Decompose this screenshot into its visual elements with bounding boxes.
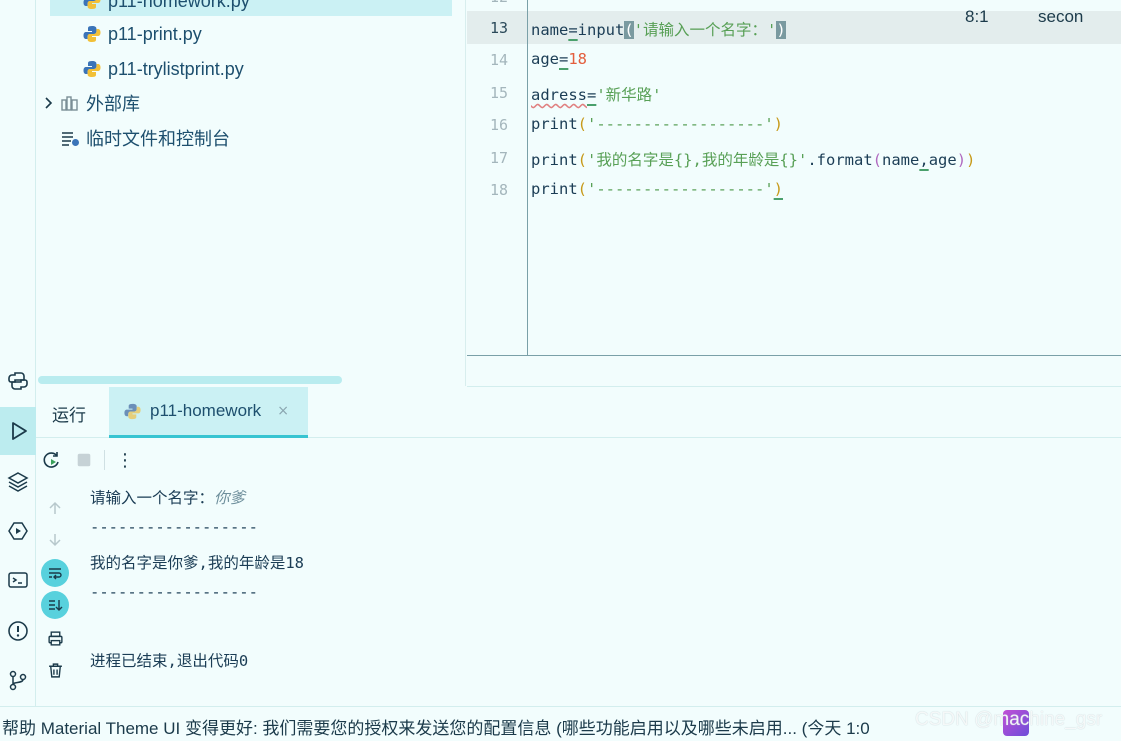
services-icon[interactable] — [0, 514, 36, 548]
line-number: 15 — [489, 84, 508, 102]
status-notification[interactable]: 帮助 Material Theme UI 变得更好: 我们需要您的授权来发送您的… — [2, 714, 870, 739]
tree-item-p11-trylistprint[interactable]: p11-trylistprint.py — [82, 54, 244, 84]
tree-item-p11-print[interactable]: p11-print.py — [82, 19, 202, 49]
console-line: ------------------ — [90, 583, 258, 601]
run-toolbar: ⋮ — [36, 446, 156, 474]
console-line: 我的名字是你爹,我的年龄是18 — [90, 554, 304, 572]
tree-item-label: p11-homework.py — [108, 0, 250, 11]
arrow-up-icon[interactable] — [41, 494, 69, 522]
python-file-icon — [123, 402, 142, 421]
line-number: 16 — [489, 116, 508, 134]
arrow-down-icon[interactable] — [41, 526, 69, 554]
project-tree: p11-homework.py p11-print.py p11-trylist… — [36, 0, 466, 386]
code-editor[interactable]: 12 13 14 15 16 17 18 name=input('请输入一个名字… — [467, 0, 1121, 356]
layers-icon[interactable] — [0, 464, 36, 498]
code-line-15: adress='新华路' — [531, 86, 662, 104]
terminal-icon[interactable] — [0, 563, 36, 597]
run-panel-header: 运行 p11-homework × — [36, 387, 1121, 438]
console-line: 进程已结束,退出代码0 — [90, 652, 249, 670]
line-number-gutter: 12 13 14 15 16 17 18 — [467, 0, 528, 355]
soft-wrap-icon[interactable] — [41, 559, 69, 587]
tree-item-label: p11-print.py — [108, 23, 202, 44]
chevron-right-icon[interactable] — [42, 96, 56, 110]
rerun-icon[interactable] — [40, 448, 64, 472]
console-line: ------------------ — [90, 518, 258, 536]
line-number: 13 — [489, 19, 508, 37]
tab-p11-homework[interactable]: p11-homework × — [109, 387, 308, 438]
caret-position[interactable]: 8:1 — [965, 7, 989, 27]
tree-item-label: 外部库 — [86, 94, 140, 114]
code-line-16: print('------------------') — [531, 115, 783, 133]
vcs-branch[interactable]: secon — [1038, 7, 1083, 27]
scroll-to-end-icon[interactable] — [41, 591, 69, 619]
tree-item-p11-homework[interactable]: p11-homework.py — [50, 0, 452, 16]
line-number: 18 — [489, 181, 508, 199]
python-console-icon[interactable] — [0, 364, 36, 398]
tool-window-strip — [0, 0, 36, 706]
horizontal-scrollbar[interactable] — [38, 376, 342, 384]
console-line: 请输入一个名字：你爹 — [90, 489, 246, 507]
print-icon[interactable] — [41, 624, 69, 652]
tree-item-scratches[interactable]: 临时文件和控制台 — [60, 123, 230, 153]
code-line-17: print('我的名字是{},我的年龄是{}'.format(name,age)… — [531, 151, 976, 169]
python-file-icon — [82, 59, 102, 79]
code-line-14: age=18 — [531, 50, 588, 68]
python-file-icon — [82, 24, 102, 44]
code-line-13: name=input('请输入一个名字：') — [531, 21, 786, 39]
line-number: 17 — [489, 149, 508, 167]
watermark: CSDN @machine_gsr — [915, 709, 1103, 730]
line-number: 14 — [489, 51, 508, 69]
tree-item-label: p11-trylistprint.py — [108, 58, 244, 79]
divider — [104, 450, 105, 470]
python-file-icon — [82, 0, 102, 11]
tree-item-label: 临时文件和控制台 — [86, 129, 230, 149]
stop-icon[interactable] — [72, 448, 96, 472]
console-side-toolbar — [36, 490, 76, 690]
problems-icon[interactable] — [0, 614, 36, 648]
library-icon — [60, 93, 80, 113]
code-line-18: print('------------------') — [531, 180, 783, 198]
console-user-input: 你爹 — [214, 489, 246, 507]
close-icon[interactable]: × — [277, 403, 289, 419]
scratches-icon — [60, 128, 80, 148]
line-number: 12 — [467, 0, 528, 6]
tab-label: p11-homework — [150, 401, 262, 420]
run-panel-title: 运行 — [52, 406, 86, 425]
more-options-icon[interactable]: ⋮ — [113, 448, 137, 472]
tree-item-external-libraries[interactable]: 外部库 — [60, 88, 140, 118]
trash-icon[interactable] — [41, 656, 69, 684]
run-tool-icon[interactable] — [0, 407, 36, 455]
git-icon[interactable] — [0, 663, 36, 697]
